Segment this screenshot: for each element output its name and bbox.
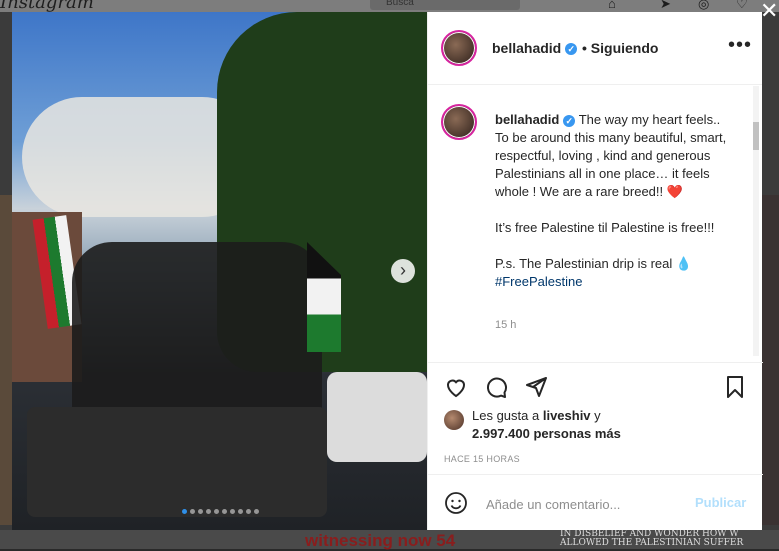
caption-paragraph-3: P.s. The Palestinian drip is real 💧 xyxy=(495,256,693,271)
comment-icon[interactable] xyxy=(484,375,508,399)
username-link[interactable]: bellahadid ✓ xyxy=(492,40,578,56)
carousel-dot xyxy=(246,509,251,514)
post-modal: › bellahadid ✓ • Siguiendo ••• bellahadid… xyxy=(12,12,763,531)
carousel-dot xyxy=(214,509,219,514)
carousel-dot xyxy=(230,509,235,514)
heart-emoji-icon: ❤️ xyxy=(666,184,683,199)
photo-car xyxy=(327,372,427,462)
background-feed-bottom: witnessing now 54 IN DISBELIEF AND WONDE… xyxy=(0,529,779,550)
post-photo[interactable]: › xyxy=(12,12,427,530)
liker-avatar[interactable] xyxy=(444,410,464,430)
avatar[interactable] xyxy=(441,30,477,66)
activity-icon[interactable]: ♡ xyxy=(736,0,748,12)
search-input[interactable]: Busca xyxy=(370,0,520,10)
caption-avatar[interactable] xyxy=(441,104,477,140)
carousel-indicator xyxy=(182,509,259,514)
carousel-dot xyxy=(198,509,203,514)
explore-icon[interactable]: ◎ xyxy=(698,0,709,12)
post-header: bellahadid ✓ • Siguiendo ••• xyxy=(428,12,762,85)
carousel-dot xyxy=(222,509,227,514)
scrollbar-thumb[interactable] xyxy=(753,122,759,150)
comment-input[interactable] xyxy=(484,493,688,515)
carousel-dot xyxy=(238,509,243,514)
liker-username[interactable]: liveshiv xyxy=(543,408,591,423)
background-feed-image-right xyxy=(762,195,779,525)
action-bar xyxy=(428,362,763,413)
carousel-dot xyxy=(190,509,195,514)
add-comment-bar: Publicar xyxy=(428,474,763,531)
background-feed-image-left xyxy=(0,195,12,525)
likes-connector: y xyxy=(594,408,601,423)
close-icon[interactable]: ✕ xyxy=(760,0,778,24)
verified-badge-icon: ✓ xyxy=(563,114,576,127)
carousel-dot xyxy=(254,509,259,514)
post-date[interactable]: HACE 15 HORAS xyxy=(444,454,520,464)
hashtag-link[interactable]: #FreePalestine xyxy=(495,274,582,289)
post-sidebar: bellahadid ✓ • Siguiendo ••• bellahadid ✓ … xyxy=(427,12,763,531)
home-icon[interactable]: ⌂ xyxy=(608,0,616,11)
bookmark-icon[interactable] xyxy=(723,375,747,399)
verified-badge-icon: ✓ xyxy=(565,43,578,56)
caption-username-text: bellahadid xyxy=(495,112,560,127)
direct-icon[interactable]: ➤ xyxy=(660,0,671,12)
chevron-right-icon[interactable]: › xyxy=(391,259,415,283)
likes-line: Les gusta a liveshiv y xyxy=(472,408,601,423)
photo-truck xyxy=(27,407,327,517)
likes-prefix: Les gusta a xyxy=(472,408,540,423)
follow-status[interactable]: • Siguiendo xyxy=(582,40,658,56)
emoji-icon[interactable] xyxy=(444,491,468,515)
username-text: bellahadid xyxy=(492,40,562,56)
likes-count[interactable]: 2.997.400 personas más xyxy=(472,426,621,441)
like-heart-icon[interactable] xyxy=(444,375,468,399)
post-caption: bellahadid ✓ The way my heart feels.. To … xyxy=(495,111,735,291)
caption-username[interactable]: bellahadid ✓ xyxy=(495,112,576,127)
top-navbar: Instagram Busca ⌂ ➤ ◎ ♡ xyxy=(0,0,779,13)
caption-paragraph-2: It’s free Palestine til Palestine is fre… xyxy=(495,220,715,235)
background-headline: witnessing now 54 xyxy=(305,531,456,550)
carousel-dot xyxy=(182,509,187,514)
comments-area[interactable]: bellahadid ✓ The way my heart feels.. To … xyxy=(428,84,763,362)
carousel-dot xyxy=(206,509,211,514)
background-caption: IN DISBELIEF AND WONDER HOW W ALLOWED TH… xyxy=(560,529,744,548)
comments-scrollbar[interactable] xyxy=(753,86,759,356)
post-comment-button[interactable]: Publicar xyxy=(695,495,746,510)
share-icon[interactable] xyxy=(524,375,548,399)
caption-time: 15 h xyxy=(495,319,517,331)
more-options-icon[interactable]: ••• xyxy=(728,34,752,57)
